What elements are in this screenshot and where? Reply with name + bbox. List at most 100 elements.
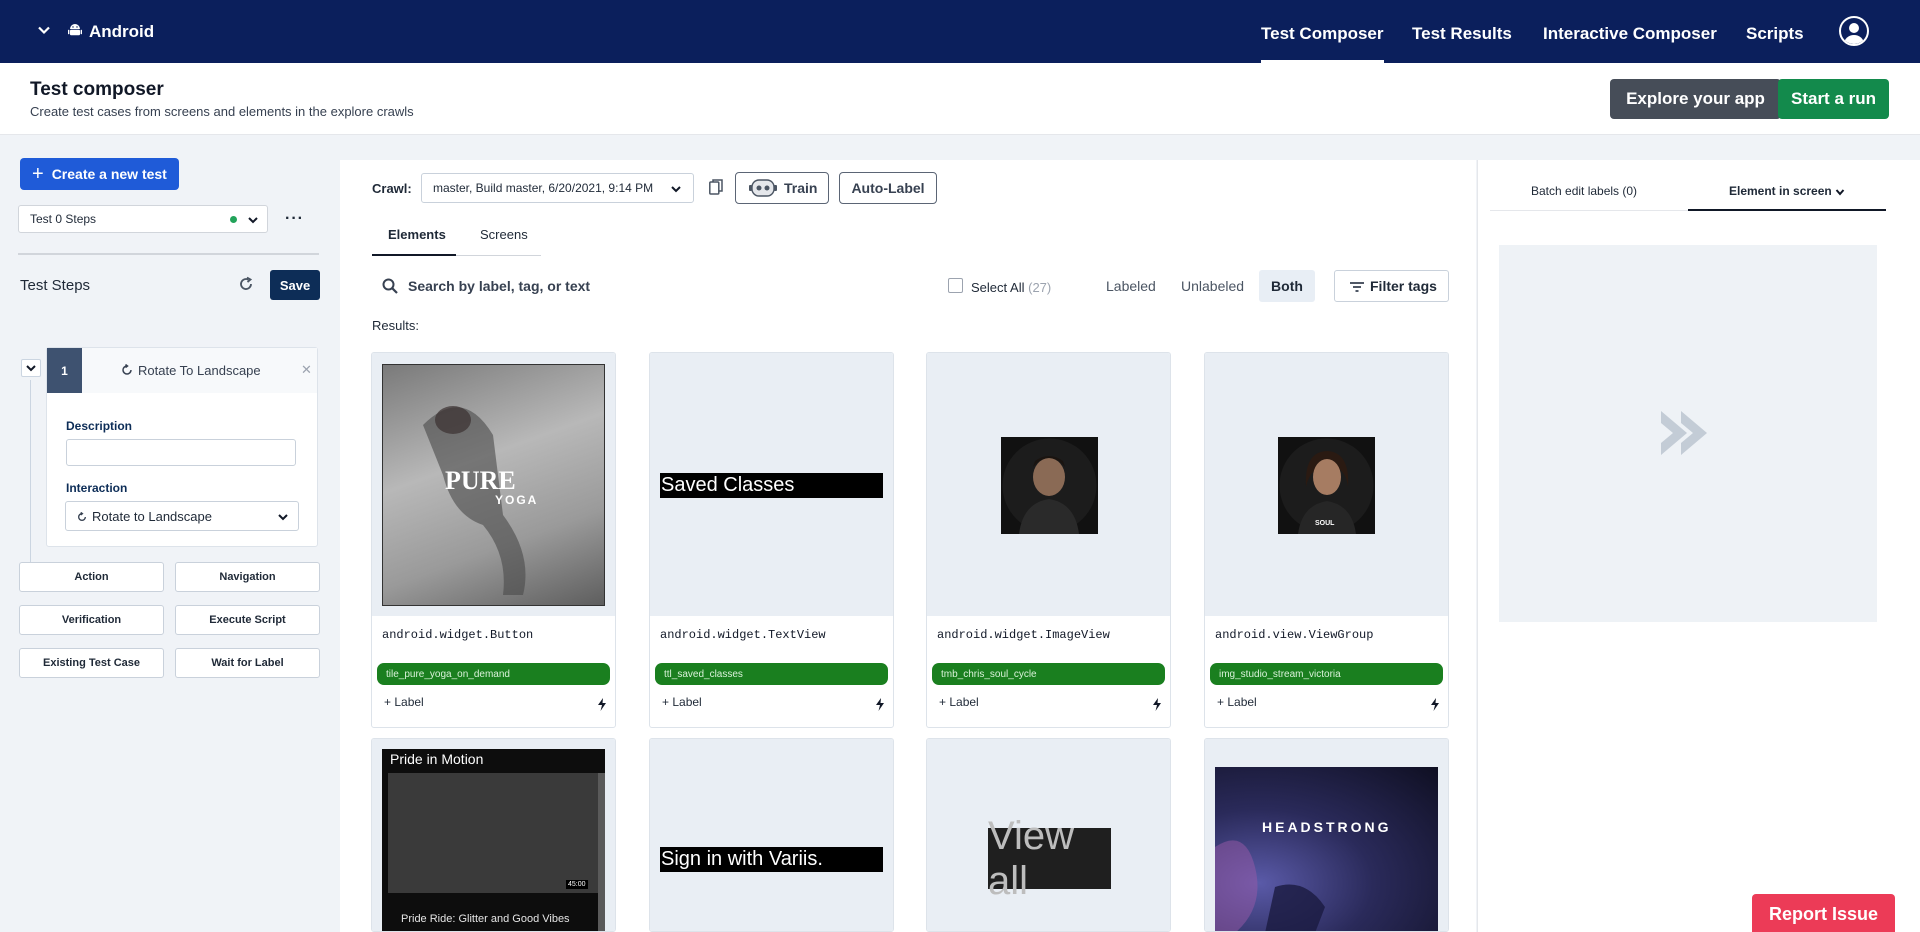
element-card[interactable]: PURE YOGA android.widget.Button tile_pur…: [371, 352, 616, 728]
rotate-icon: [78, 512, 86, 521]
add-label-button[interactable]: + Label: [939, 695, 979, 709]
element-card[interactable]: HEADSTRONG: [1204, 738, 1449, 932]
element-class: android.view.ViewGroup: [1215, 628, 1374, 642]
user-avatar-icon[interactable]: [1839, 16, 1869, 46]
element-tag[interactable]: img_studio_stream_victoria: [1210, 663, 1443, 685]
lightning-icon[interactable]: [597, 698, 607, 711]
interaction-value: Rotate to Landscape: [92, 508, 212, 524]
headstrong-image: HEADSTRONG: [1215, 767, 1438, 931]
report-issue-button[interactable]: Report Issue: [1752, 894, 1895, 932]
profile-image: SOUL: [1278, 437, 1375, 534]
tab-interactive-composer[interactable]: Interactive Composer: [1543, 24, 1717, 44]
select-all-text: Select All: [971, 280, 1025, 295]
element-card[interactable]: View all: [926, 738, 1171, 932]
element-tag[interactable]: ttl_saved_classes: [655, 663, 888, 685]
add-navigation-button[interactable]: Navigation: [175, 562, 320, 592]
crawl-label: Crawl:: [372, 181, 412, 196]
add-action-button[interactable]: Action: [19, 562, 164, 592]
tab-element-in-screen-label: Element in screen: [1729, 184, 1832, 198]
step-number: 1: [47, 348, 82, 393]
search-input[interactable]: [408, 274, 708, 298]
thumb-subtext: Pride Ride: Glitter and Good Vibes: [401, 913, 570, 925]
active-right-tab-indicator: [1688, 209, 1886, 211]
refresh-icon[interactable]: [238, 276, 254, 292]
add-label-button[interactable]: + Label: [1217, 695, 1257, 709]
element-card[interactable]: Pride in Motion 45:00 Pride Ride: Glitte…: [371, 738, 616, 932]
profile-image: [1001, 437, 1098, 534]
filter-icon: [1350, 282, 1364, 292]
tab-test-results[interactable]: Test Results: [1412, 24, 1512, 44]
app-name[interactable]: Android: [89, 22, 154, 42]
lightning-icon[interactable]: [875, 698, 885, 711]
add-label-button[interactable]: + Label: [662, 695, 702, 709]
description-field[interactable]: [66, 439, 296, 466]
tab-scripts[interactable]: Scripts: [1746, 24, 1804, 44]
rotate-icon: [122, 364, 132, 375]
explore-app-button[interactable]: Explore your app: [1610, 79, 1781, 119]
element-tag[interactable]: tile_pure_yoga_on_demand: [377, 663, 610, 685]
more-options-icon[interactable]: ···: [285, 210, 304, 228]
tab-batch-edit-labels[interactable]: Batch edit labels (0): [1531, 184, 1637, 198]
add-verification-button[interactable]: Verification: [19, 605, 164, 635]
test-steps-label: Test Steps: [20, 277, 91, 294]
select-all-checkbox[interactable]: [948, 278, 963, 293]
interaction-label: Interaction: [66, 481, 128, 495]
element-thumbnail: PURE YOGA: [372, 353, 615, 616]
add-label-button[interactable]: + Label: [384, 695, 424, 709]
filter-both[interactable]: Both: [1259, 270, 1315, 302]
page-subtitle: Create test cases from screens and eleme…: [30, 104, 414, 119]
tab-test-composer[interactable]: Test Composer: [1261, 24, 1384, 64]
add-wait-for-label-button[interactable]: Wait for Label: [175, 648, 320, 678]
element-thumbnail: Saved Classes: [650, 353, 893, 616]
auto-label-button[interactable]: Auto-Label: [839, 172, 937, 204]
element-card[interactable]: SOUL android.view.ViewGroup img_studio_s…: [1204, 352, 1449, 728]
collapse-step-button[interactable]: [21, 359, 41, 377]
element-card[interactable]: Sign in with Variis.: [649, 738, 894, 932]
tab-screens[interactable]: Screens: [480, 227, 528, 257]
top-nav: Android Test Composer Test Results Inter…: [0, 0, 1920, 64]
train-button[interactable]: Train: [735, 172, 829, 204]
element-thumbnail: Pride in Motion 45:00 Pride Ride: Glitte…: [372, 739, 615, 931]
chevron-down-icon: [1835, 189, 1845, 196]
filter-labeled[interactable]: Labeled: [1106, 278, 1156, 294]
thumb-subtext: YOGA: [495, 493, 539, 507]
element-class: android.widget.TextView: [660, 628, 826, 642]
element-class: android.widget.ImageView: [937, 628, 1110, 642]
plus-icon: +: [32, 163, 44, 185]
thumb-text: View all: [988, 814, 1111, 903]
close-icon[interactable]: ✕: [301, 362, 312, 378]
element-card[interactable]: android.widget.ImageView tmb_chris_soul_…: [926, 352, 1171, 728]
description-label: Description: [66, 419, 133, 433]
start-run-button[interactable]: Start a run: [1778, 79, 1889, 119]
filter-tags-label: Filter tags: [1370, 278, 1437, 294]
search-icon: [382, 278, 398, 294]
thumb-text: Pride in Motion: [390, 751, 484, 767]
yoga-image: PURE YOGA: [382, 364, 605, 606]
step-header[interactable]: 1 Rotate To Landscape ✕: [47, 348, 317, 393]
copy-icon[interactable]: [709, 179, 723, 195]
crawl-select[interactable]: master, Build master, 6/20/2021, 9:14 PM: [421, 173, 694, 203]
test-select[interactable]: Test 0 Steps: [18, 205, 268, 233]
lightning-icon[interactable]: [1430, 698, 1440, 711]
duration-badge: 45:00: [566, 880, 588, 889]
save-button[interactable]: Save: [270, 270, 320, 300]
tab-elements[interactable]: Elements: [388, 227, 446, 257]
chevron-down-icon: [671, 186, 681, 193]
element-thumbnail: Sign in with Variis.: [650, 739, 893, 931]
filter-tags-button[interactable]: Filter tags: [1334, 270, 1449, 302]
element-tag[interactable]: tmb_chris_soul_cycle: [932, 663, 1165, 685]
chevron-down-icon: [248, 217, 258, 224]
create-test-button[interactable]: + Create a new test: [20, 158, 179, 190]
select-all-label[interactable]: Select All (27): [971, 280, 1051, 295]
filter-unlabeled[interactable]: Unlabeled: [1181, 278, 1244, 294]
element-card[interactable]: Saved Classes android.widget.TextView tt…: [649, 352, 894, 728]
interaction-select[interactable]: Rotate to Landscape: [65, 501, 299, 531]
chevron-down-icon[interactable]: [36, 22, 52, 38]
element-class: android.widget.Button: [382, 628, 534, 642]
add-existing-test-case-button[interactable]: Existing Test Case: [19, 648, 164, 678]
lightning-icon[interactable]: [1152, 698, 1162, 711]
thumb-text: SOUL: [1315, 520, 1335, 527]
tab-element-in-screen[interactable]: Element in screen: [1729, 184, 1845, 198]
add-execute-script-button[interactable]: Execute Script: [175, 605, 320, 635]
robot-icon: [749, 179, 777, 197]
